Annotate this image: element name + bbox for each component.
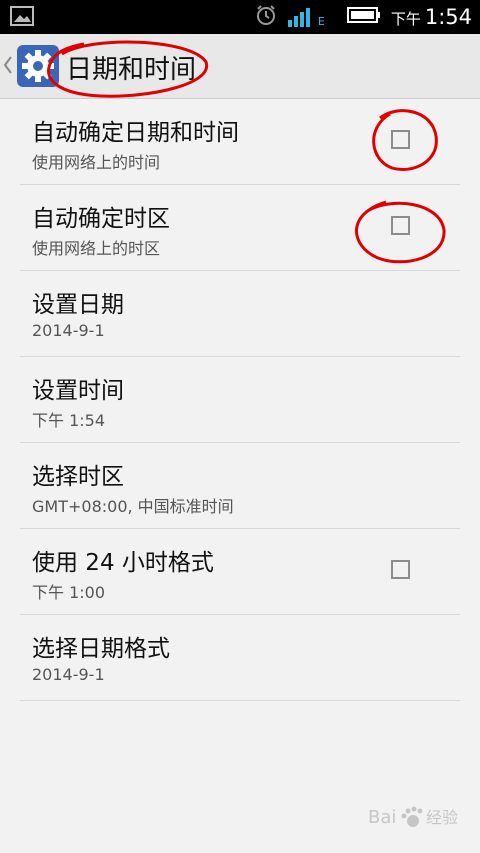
- setting-label: 使用 24 小时格式: [32, 550, 214, 576]
- svg-text:经验: 经验: [426, 808, 458, 827]
- setting-label: 选择时区: [32, 464, 124, 490]
- page-title: 日期和时间: [66, 55, 197, 85]
- auto-date-time-checkbox[interactable]: [391, 130, 410, 149]
- status-time-ampm: 下午: [390, 10, 421, 28]
- alarm-icon: [255, 4, 277, 30]
- back-chevron-icon[interactable]: [2, 53, 14, 81]
- baidu-watermark-logo: Bai 经验: [368, 803, 458, 835]
- setting-label: 设置时间: [32, 378, 124, 404]
- setting-summary: 下午 1:54: [32, 411, 106, 430]
- settings-list: 自动确定日期和时间 使用网络上的时间 自动确定时区 使用网络上的时区 设置日期 …: [0, 99, 480, 701]
- svg-text:Bai: Bai: [368, 807, 396, 828]
- image-notification-icon: [10, 6, 34, 30]
- setting-summary: GMT+08:00, 中国标准时间: [32, 497, 234, 516]
- status-bar: E 下午 1:54: [0, 0, 480, 34]
- setting-select-timezone[interactable]: 选择时区 GMT+08:00, 中国标准时间: [20, 443, 460, 529]
- setting-set-time[interactable]: 设置时间 下午 1:54: [20, 357, 460, 443]
- auto-timezone-checkbox[interactable]: [391, 216, 410, 235]
- setting-summary: 2014-9-1: [32, 321, 105, 340]
- setting-date-format[interactable]: 选择日期格式 2014-9-1: [20, 615, 460, 701]
- setting-summary: 下午 1:00: [32, 583, 106, 602]
- 24-hour-format-checkbox[interactable]: [391, 560, 410, 579]
- setting-summary: 使用网络上的时间: [32, 153, 161, 172]
- setting-summary: 使用网络上的时区: [32, 239, 161, 258]
- setting-auto-date-time[interactable]: 自动确定日期和时间 使用网络上的时间: [20, 99, 460, 185]
- setting-summary: 2014-9-1: [32, 665, 105, 684]
- setting-label: 选择日期格式: [32, 636, 170, 662]
- battery-icon: [346, 6, 381, 28]
- setting-label: 自动确定日期和时间: [32, 120, 239, 146]
- signal-icon: E: [287, 6, 325, 28]
- status-time: 1:54: [424, 5, 472, 29]
- settings-gear-icon[interactable]: [16, 44, 60, 88]
- setting-label: 设置日期: [32, 292, 124, 318]
- setting-24-hour-format[interactable]: 使用 24 小时格式 下午 1:00: [20, 529, 460, 615]
- setting-label: 自动确定时区: [32, 206, 170, 232]
- network-type-label: E: [317, 15, 325, 28]
- setting-set-date[interactable]: 设置日期 2014-9-1: [20, 271, 460, 357]
- action-bar: 日期和时间: [0, 34, 480, 99]
- setting-auto-timezone[interactable]: 自动确定时区 使用网络上的时区: [20, 185, 460, 271]
